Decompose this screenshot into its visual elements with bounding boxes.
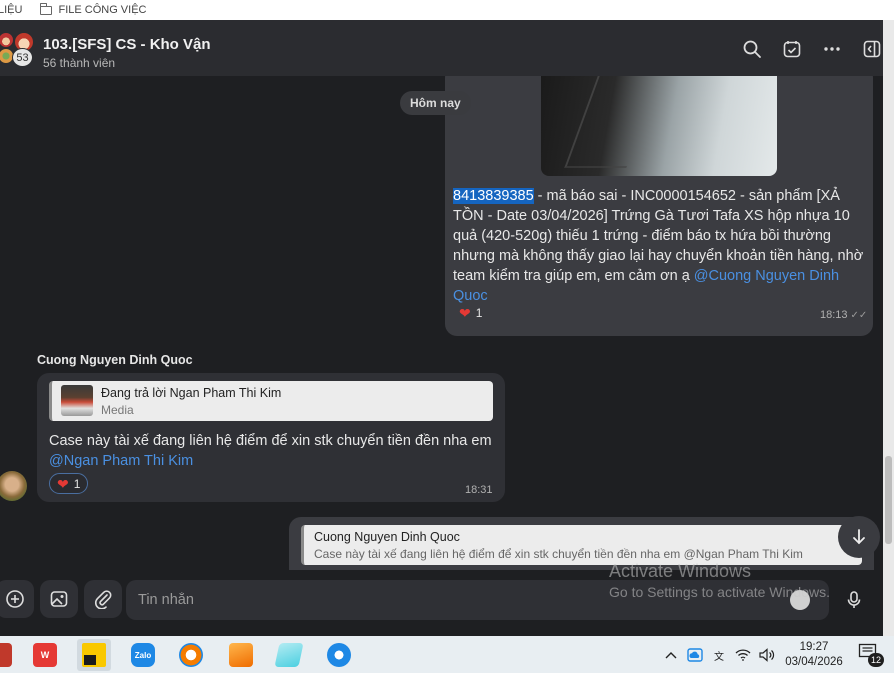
paperclip-icon [95, 590, 112, 609]
chevron-up-icon[interactable] [662, 646, 680, 664]
member-count-badge: 53 [12, 48, 33, 67]
taskbar-app-sticky-notes[interactable] [77, 639, 111, 671]
volume-icon[interactable] [758, 646, 776, 664]
taskbar-app-notes[interactable] [272, 639, 306, 671]
chat-title-block[interactable]: 103.[SFS] CS - Kho Vận 56 thành viên [43, 36, 211, 70]
incoming-message[interactable]: Đang trả lời Ngan Pham Thi Kim Media Cas… [37, 373, 505, 502]
taskbar-app-zalo[interactable]: Zalo [126, 639, 160, 671]
mention-link[interactable]: @Ngan Pham Thi Kim [49, 453, 193, 469]
time-label: 18:13 [820, 309, 848, 321]
search-icon[interactable] [741, 38, 763, 60]
bookmark-folder-label: FILE CÔNG VIỆC [58, 4, 147, 16]
editor-icon [229, 643, 253, 667]
sticky-notes-icon [82, 643, 106, 667]
taskbar-app-messenger[interactable] [322, 639, 356, 671]
activate-windows-title: Activate Windows [609, 561, 752, 581]
message-time: 18:13 ✓✓ [820, 309, 867, 321]
taskbar-app-wps[interactable]: W [28, 639, 62, 671]
notification-center[interactable]: 12 [858, 643, 884, 667]
date-separator: Hôm nay [400, 91, 471, 115]
wps-office-icon: W [33, 643, 57, 667]
taskbar-app-partial[interactable] [0, 639, 20, 671]
reaction-count: 1 [73, 476, 81, 491]
bookmark-folder[interactable]: FILE CÔNG VIỆC [40, 2, 147, 16]
reply-thumbnail [61, 385, 93, 416]
outgoing-message[interactable]: 8413839385 - mã báo sai - INC0000154652 … [445, 76, 873, 336]
more-icon[interactable] [821, 38, 843, 60]
scrollbar-thumb[interactable] [885, 456, 892, 544]
message-body: Case này tài xế đang liên hệ điểm để xin… [49, 433, 492, 449]
image-button[interactable] [40, 580, 78, 618]
group-avatar[interactable]: 53 [0, 32, 36, 67]
message-text: 8413839385 - mã báo sai - INC0000154652 … [453, 186, 865, 306]
window-scrollbar[interactable] [883, 20, 894, 636]
taskbar: W Zalo 文 19:27 03/04/2026 12 [0, 636, 894, 673]
zalo-icon: Zalo [131, 643, 155, 667]
plus-circle-icon [6, 590, 24, 608]
wifi-icon[interactable] [734, 646, 752, 664]
message-list[interactable]: 8413839385 - mã báo sai - INC0000154652 … [0, 76, 883, 570]
clock-date: 03/04/2026 [785, 656, 843, 668]
checklist-icon[interactable] [781, 38, 803, 60]
sender-name[interactable]: Cuong Nguyen Dinh Quoc [37, 353, 193, 367]
avatar[interactable] [0, 471, 27, 501]
activate-windows-subtitle: Go to Settings to activate Windows. [609, 584, 830, 600]
add-button[interactable] [0, 580, 34, 618]
toggle-panel-icon[interactable] [861, 38, 883, 60]
folder-icon [40, 2, 53, 15]
scroll-to-bottom-button[interactable] [838, 516, 880, 558]
notification-count-badge: 12 [868, 653, 884, 667]
bookmark-fragment[interactable]: LIỆU [0, 4, 22, 16]
system-clock[interactable]: 19:27 03/04/2026 [783, 640, 845, 670]
reply-subtitle: Case này tài xế đang liên hệ điểm để xin… [314, 547, 803, 561]
reply-title: Cuong Nguyen Dinh Quoc [314, 530, 460, 544]
taskbar-app-browser[interactable] [174, 639, 208, 671]
reply-preview[interactable]: Cuong Nguyen Dinh Quoc Case này tài xế đ… [301, 525, 862, 565]
reaction-badge[interactable]: ❤ 1 [49, 473, 89, 494]
reply-subtitle: Media [101, 403, 134, 417]
messenger-icon [327, 643, 351, 667]
clock-time: 19:27 [799, 641, 829, 653]
message-time: 18:31 [465, 484, 493, 496]
reply-title: Đang trả lời Ngan Pham Thi Kim [101, 386, 282, 400]
outgoing-message[interactable]: Cuong Nguyen Dinh Quoc Case này tài xế đ… [289, 517, 874, 570]
heart-icon: ❤ [459, 304, 471, 321]
microphone-icon [847, 591, 861, 608]
input-method-icon[interactable]: 文 [710, 646, 728, 664]
notes-icon [274, 643, 304, 667]
highlighted-order-code: 8413839385 [453, 188, 534, 204]
bookmarks-bar: LIỆU FILE CÔNG VIỆC [0, 0, 894, 20]
image-icon [50, 591, 68, 607]
cloud-icon[interactable] [686, 646, 704, 664]
reaction-badge[interactable]: ❤ 1 [452, 302, 489, 323]
member-avatar [0, 32, 14, 48]
chat-header: 53 103.[SFS] CS - Kho Vận 56 thành viên [0, 20, 883, 76]
taskbar-app-editor[interactable] [224, 639, 258, 671]
app-icon [0, 643, 12, 667]
heart-icon: ❤ [57, 475, 69, 492]
microphone-button[interactable] [842, 588, 866, 612]
delivered-icon: ✓✓ [850, 310, 868, 321]
message-media-image[interactable] [541, 76, 777, 176]
chat-title: 103.[SFS] CS - Kho Vận [43, 36, 211, 53]
reply-preview[interactable]: Đang trả lời Ngan Pham Thi Kim Media [49, 381, 493, 421]
attach-button[interactable] [84, 580, 122, 618]
browser-icon [179, 643, 203, 667]
message-text: Case này tài xế đang liên hệ điểm để xin… [49, 431, 497, 471]
member-count: 56 thành viên [43, 56, 116, 70]
arrow-down-icon [853, 529, 865, 545]
reaction-count: 1 [475, 305, 483, 320]
